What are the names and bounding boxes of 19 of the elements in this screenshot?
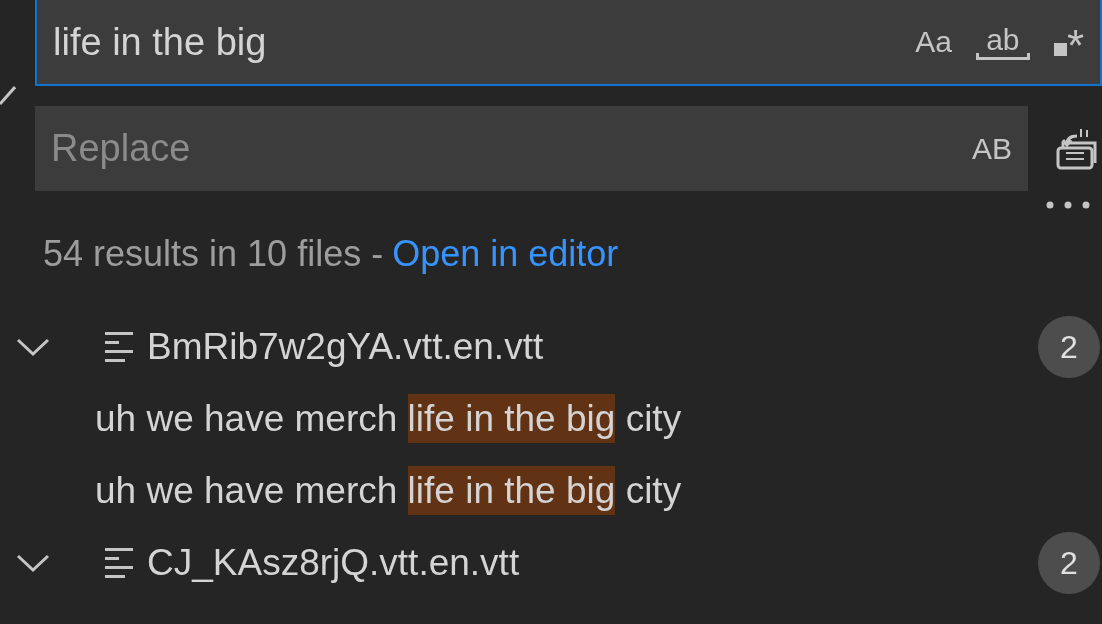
- match-line[interactable]: uh we have merch life in the big city: [95, 391, 682, 447]
- file-row[interactable]: BmRib7w2gYA.vtt.en.vtt 2: [0, 311, 1102, 383]
- match-count-badge: 2: [1038, 316, 1100, 378]
- replace-field[interactable]: Replace AB: [35, 106, 1028, 191]
- more-actions-icon[interactable]: [1046, 201, 1090, 209]
- match-count-badge: 2: [1038, 532, 1100, 594]
- file-lines-icon: [105, 548, 133, 578]
- file-name: BmRib7w2gYA.vtt.en.vtt: [147, 325, 545, 370]
- results-summary: 54 results in 10 files -: [43, 232, 384, 276]
- regex-toggle[interactable]: *: [1053, 24, 1084, 60]
- search-field[interactable]: life in the big Aa ab *: [35, 0, 1102, 86]
- whole-word-toggle[interactable]: ab: [975, 24, 1030, 60]
- file-name: CJ_KAsz8rjQ.vtt.en.vtt: [147, 541, 521, 586]
- file-lines-icon: [105, 332, 133, 362]
- open-in-editor-link[interactable]: Open in editor: [392, 227, 619, 281]
- match-case-toggle[interactable]: Aa: [915, 27, 952, 57]
- preserve-case-toggle[interactable]: AB: [971, 133, 1012, 164]
- match-line[interactable]: uh we have merch life in the big city: [95, 463, 682, 519]
- file-row[interactable]: CJ_KAsz8rjQ.vtt.en.vtt 2: [0, 527, 1102, 599]
